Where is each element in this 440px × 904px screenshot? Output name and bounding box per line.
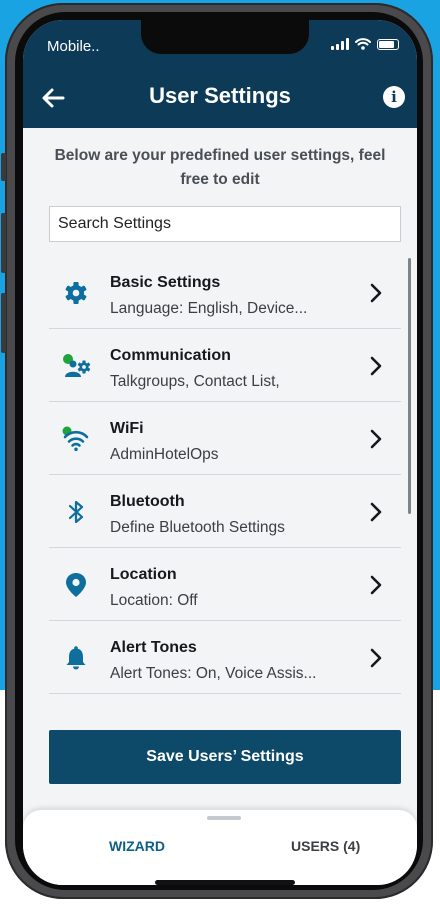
settings-item-subtitle: Talkgroups, Contact List, bbox=[110, 373, 280, 390]
scrollbar[interactable] bbox=[408, 258, 411, 514]
bluetooth-icon bbox=[68, 500, 84, 524]
signal-icon bbox=[331, 38, 349, 50]
chevron-right-icon bbox=[370, 575, 382, 595]
settings-item-label: Alert Tones bbox=[110, 639, 197, 656]
settings-item-alert-tones[interactable]: Alert Tones Alert Tones: On, Voice Assis… bbox=[49, 621, 401, 694]
status-icons bbox=[331, 38, 399, 50]
chevron-right-icon bbox=[370, 356, 382, 376]
gear-icon bbox=[65, 282, 87, 304]
carrier-label: Mobile.. bbox=[47, 38, 100, 55]
location-pin-icon bbox=[66, 573, 86, 597]
settings-item-subtitle: Location: Off bbox=[110, 592, 198, 609]
tab-users[interactable]: USERS (4) bbox=[291, 838, 360, 854]
bell-icon bbox=[66, 646, 86, 670]
tab-wizard[interactable]: WIZARD bbox=[109, 838, 165, 854]
drawer-handle[interactable] bbox=[207, 816, 241, 820]
chevron-right-icon bbox=[370, 283, 382, 303]
phone-side-button bbox=[1, 293, 6, 353]
settings-item-label: Bluetooth bbox=[110, 493, 185, 510]
settings-item-bluetooth[interactable]: Bluetooth Define Bluetooth Settings bbox=[49, 475, 401, 548]
phone-side-button bbox=[1, 213, 6, 273]
search-input[interactable] bbox=[49, 206, 401, 242]
page-title: User Settings bbox=[149, 83, 291, 108]
wifi-icon bbox=[62, 426, 89, 452]
home-indicator[interactable] bbox=[155, 880, 295, 885]
chevron-right-icon bbox=[370, 429, 382, 449]
settings-item-basic[interactable]: Basic Settings Language: English, Device… bbox=[49, 256, 401, 329]
app-header: Mobile.. User Settings i bbox=[23, 20, 417, 128]
battery-icon bbox=[377, 38, 399, 50]
settings-item-label: Location bbox=[110, 566, 177, 583]
phone-side-button bbox=[1, 153, 6, 181]
settings-item-subtitle: AdminHotelOps bbox=[110, 446, 219, 463]
chevron-right-icon bbox=[370, 648, 382, 668]
chevron-right-icon bbox=[370, 502, 382, 522]
settings-item-label: WiFi bbox=[110, 420, 144, 437]
phone-notch bbox=[141, 20, 309, 54]
info-icon[interactable]: i bbox=[383, 86, 405, 108]
settings-item-subtitle: Define Bluetooth Settings bbox=[110, 519, 285, 536]
settings-item-label: Basic Settings bbox=[110, 274, 221, 291]
settings-list: Basic Settings Language: English, Device… bbox=[49, 256, 401, 694]
communication-icon bbox=[63, 354, 91, 377]
save-settings-button[interactable]: Save Users’ Settings bbox=[49, 730, 401, 784]
settings-item-location[interactable]: Location Location: Off bbox=[49, 548, 401, 621]
app-screen: Mobile.. User Settings i Below are your … bbox=[23, 20, 417, 885]
settings-item-subtitle: Alert Tones: On, Voice Assis... bbox=[110, 665, 317, 682]
intro-text: Below are your predefined user settings,… bbox=[54, 147, 386, 188]
settings-item-label: Communication bbox=[110, 347, 231, 364]
wifi-status-icon bbox=[355, 38, 371, 50]
settings-item-wifi[interactable]: WiFi AdminHotelOps bbox=[49, 402, 401, 475]
settings-item-subtitle: Language: English, Device... bbox=[110, 300, 308, 317]
bottom-nav: WIZARD USERS (4) bbox=[23, 810, 417, 885]
settings-item-communication[interactable]: Communication Talkgroups, Contact List, bbox=[49, 329, 401, 402]
